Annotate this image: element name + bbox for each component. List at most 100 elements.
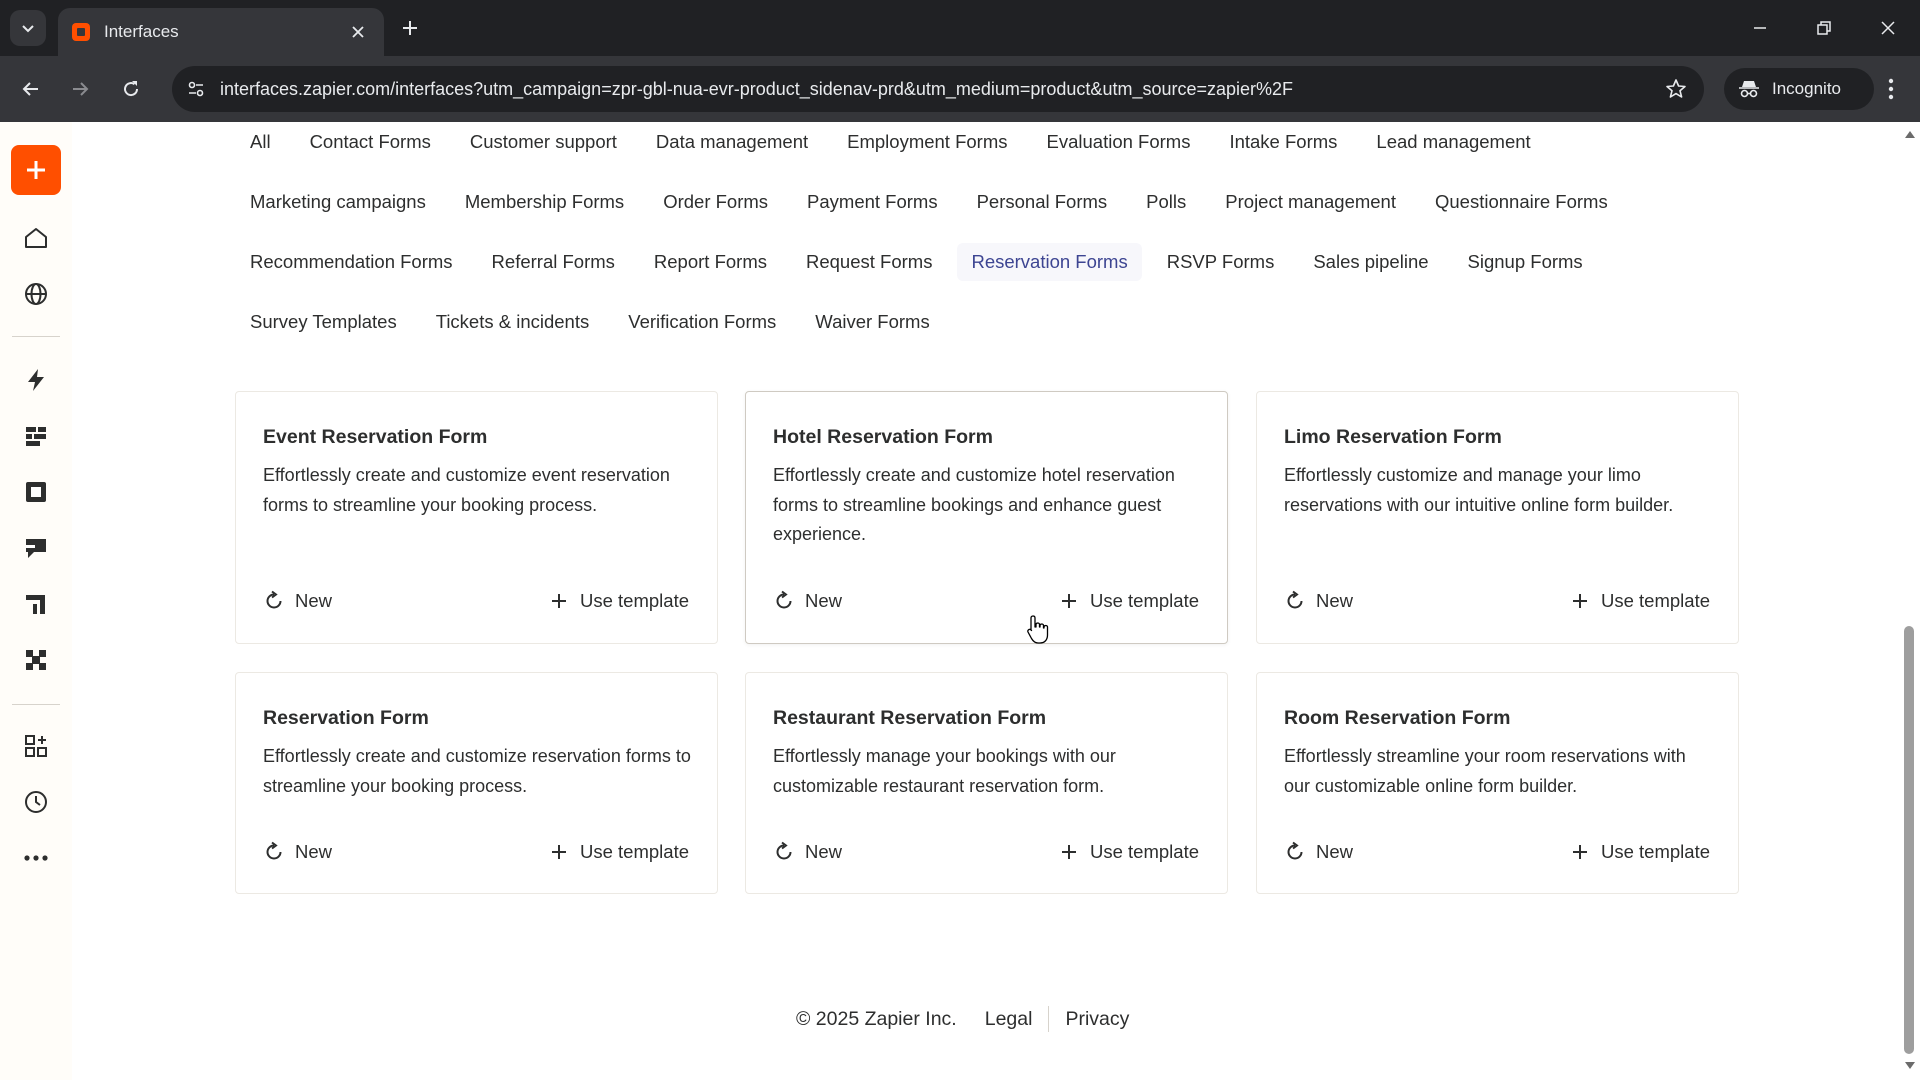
scroll-up-arrow-icon[interactable]	[1904, 128, 1916, 140]
sidebar-item-home[interactable]	[20, 222, 52, 254]
card-title: Limo Reservation Form	[1284, 426, 1502, 448]
sidebar-item-interfaces[interactable]	[20, 476, 52, 508]
use-template-button[interactable]: Use template	[1569, 590, 1710, 612]
category-lead-management[interactable]: Lead management	[1362, 123, 1544, 161]
category-waiver-forms[interactable]: Waiver Forms	[801, 303, 943, 341]
category-sales-pipeline[interactable]: Sales pipeline	[1299, 243, 1442, 281]
category-order-forms[interactable]: Order Forms	[649, 183, 782, 221]
new-button[interactable]: New	[773, 590, 842, 612]
privacy-link[interactable]: Privacy	[1065, 1008, 1129, 1031]
category-recommendation-forms[interactable]: Recommendation Forms	[236, 243, 467, 281]
new-tab-button[interactable]	[396, 14, 424, 42]
category-rsvp-forms[interactable]: RSVP Forms	[1153, 243, 1289, 281]
use-template-button[interactable]: Use template	[1569, 841, 1710, 863]
new-button[interactable]: New	[1284, 590, 1353, 612]
template-card-event-reservation[interactable]: Event Reservation Form Effortlessly crea…	[235, 391, 718, 644]
create-button[interactable]	[11, 145, 61, 195]
category-row: Survey Templates Tickets & incidents Ver…	[236, 302, 955, 342]
new-label: New	[1316, 841, 1354, 862]
card-description: Effortlessly customize and manage your l…	[1284, 465, 1674, 515]
template-card-room-reservation[interactable]: Room Reservation Form Effortlessly strea…	[1256, 672, 1739, 894]
use-template-button[interactable]: Use template	[1058, 841, 1199, 863]
sidebar-item-history[interactable]	[20, 786, 52, 818]
plus-icon	[1058, 590, 1080, 612]
template-card-hotel-reservation[interactable]: Hotel Reservation Form Effortlessly crea…	[745, 391, 1228, 644]
use-template-label: Use template	[1090, 841, 1199, 862]
site-info-icon[interactable]	[184, 77, 208, 101]
category-contact-forms[interactable]: Contact Forms	[296, 123, 445, 161]
category-request-forms[interactable]: Request Forms	[792, 243, 946, 281]
card-actions: New Use template	[263, 586, 689, 616]
category-project-management[interactable]: Project management	[1211, 183, 1410, 221]
new-button[interactable]: New	[263, 590, 332, 612]
category-row: Recommendation Forms Referral Forms Repo…	[236, 242, 1608, 282]
tab-close-button[interactable]	[346, 20, 370, 44]
refresh-icon	[263, 841, 285, 863]
incognito-label: Incognito	[1772, 79, 1841, 98]
back-button[interactable]	[14, 72, 48, 106]
use-template-button[interactable]: Use template	[1058, 590, 1199, 612]
address-bar[interactable]: interfaces.zapier.com/interfaces?utm_cam…	[172, 66, 1704, 112]
use-template-label: Use template	[580, 590, 689, 611]
sidebar-item-tables[interactable]	[20, 420, 52, 452]
tab-search-button[interactable]	[10, 10, 46, 46]
card-title: Room Reservation Form	[1284, 707, 1511, 729]
new-button[interactable]: New	[263, 841, 332, 863]
sidebar-item-chatbots[interactable]	[20, 532, 52, 564]
category-polls[interactable]: Polls	[1132, 183, 1200, 221]
reload-button[interactable]	[114, 72, 148, 106]
page-scrollbar[interactable]	[1900, 122, 1920, 1080]
use-template-button[interactable]: Use template	[548, 841, 689, 863]
restore-icon	[1817, 21, 1831, 35]
category-all[interactable]: All	[236, 123, 285, 161]
sidebar-item-discover[interactable]	[20, 278, 52, 310]
minimize-button[interactable]	[1740, 12, 1780, 44]
use-template-label: Use template	[1090, 590, 1199, 611]
sidebar-item-more[interactable]	[20, 842, 52, 874]
template-card-limo-reservation[interactable]: Limo Reservation Form Effortlessly custo…	[1256, 391, 1739, 644]
new-button[interactable]: New	[1284, 841, 1353, 863]
category-signup-forms[interactable]: Signup Forms	[1454, 243, 1597, 281]
globe-icon	[25, 283, 47, 305]
category-customer-support[interactable]: Customer support	[456, 123, 631, 161]
category-evaluation-forms[interactable]: Evaluation Forms	[1033, 123, 1205, 161]
sidebar-item-canvas[interactable]	[20, 588, 52, 620]
category-questionnaire-forms[interactable]: Questionnaire Forms	[1421, 183, 1622, 221]
sidebar-item-zaps[interactable]	[20, 364, 52, 396]
legal-link[interactable]: Legal	[985, 1008, 1033, 1031]
category-report-forms[interactable]: Report Forms	[640, 243, 781, 281]
forward-button[interactable]	[63, 72, 97, 106]
category-intake-forms[interactable]: Intake Forms	[1215, 123, 1351, 161]
category-payment-forms[interactable]: Payment Forms	[793, 183, 952, 221]
more-icon	[24, 855, 48, 861]
use-template-button[interactable]: Use template	[548, 590, 689, 612]
category-data-management[interactable]: Data management	[642, 123, 822, 161]
sidebar-item-agents[interactable]	[20, 644, 52, 676]
plus-icon	[548, 590, 570, 612]
scrollbar-thumb[interactable]	[1904, 626, 1914, 1054]
close-window-button[interactable]	[1868, 12, 1908, 44]
browser-menu-button[interactable]	[1876, 74, 1906, 104]
category-survey-templates[interactable]: Survey Templates	[236, 303, 411, 341]
category-marketing-campaigns[interactable]: Marketing campaigns	[236, 183, 440, 221]
sidebar-item-apps[interactable]	[20, 730, 52, 762]
template-card-reservation[interactable]: Reservation Form Effortlessly create and…	[235, 672, 718, 894]
template-card-restaurant-reservation[interactable]: Restaurant Reservation Form Effortlessly…	[745, 672, 1228, 894]
category-reservation-forms[interactable]: Reservation Forms	[957, 243, 1142, 281]
new-button[interactable]: New	[773, 841, 842, 863]
card-description: Effortlessly manage your bookings with o…	[773, 746, 1116, 796]
category-employment-forms[interactable]: Employment Forms	[833, 123, 1021, 161]
category-personal-forms[interactable]: Personal Forms	[963, 183, 1122, 221]
use-template-label: Use template	[1601, 590, 1710, 611]
category-membership-forms[interactable]: Membership Forms	[451, 183, 638, 221]
category-referral-forms[interactable]: Referral Forms	[478, 243, 629, 281]
history-icon	[25, 791, 47, 813]
incognito-indicator[interactable]: Incognito	[1724, 68, 1874, 110]
bookmark-star-icon[interactable]	[1664, 77, 1688, 101]
restore-button[interactable]	[1804, 12, 1844, 44]
browser-tab-active[interactable]: Interfaces	[58, 8, 384, 56]
category-tickets-incidents[interactable]: Tickets & incidents	[422, 303, 604, 341]
scroll-down-arrow-icon[interactable]	[1904, 1060, 1916, 1072]
zap-icon	[28, 369, 44, 391]
category-verification-forms[interactable]: Verification Forms	[614, 303, 790, 341]
